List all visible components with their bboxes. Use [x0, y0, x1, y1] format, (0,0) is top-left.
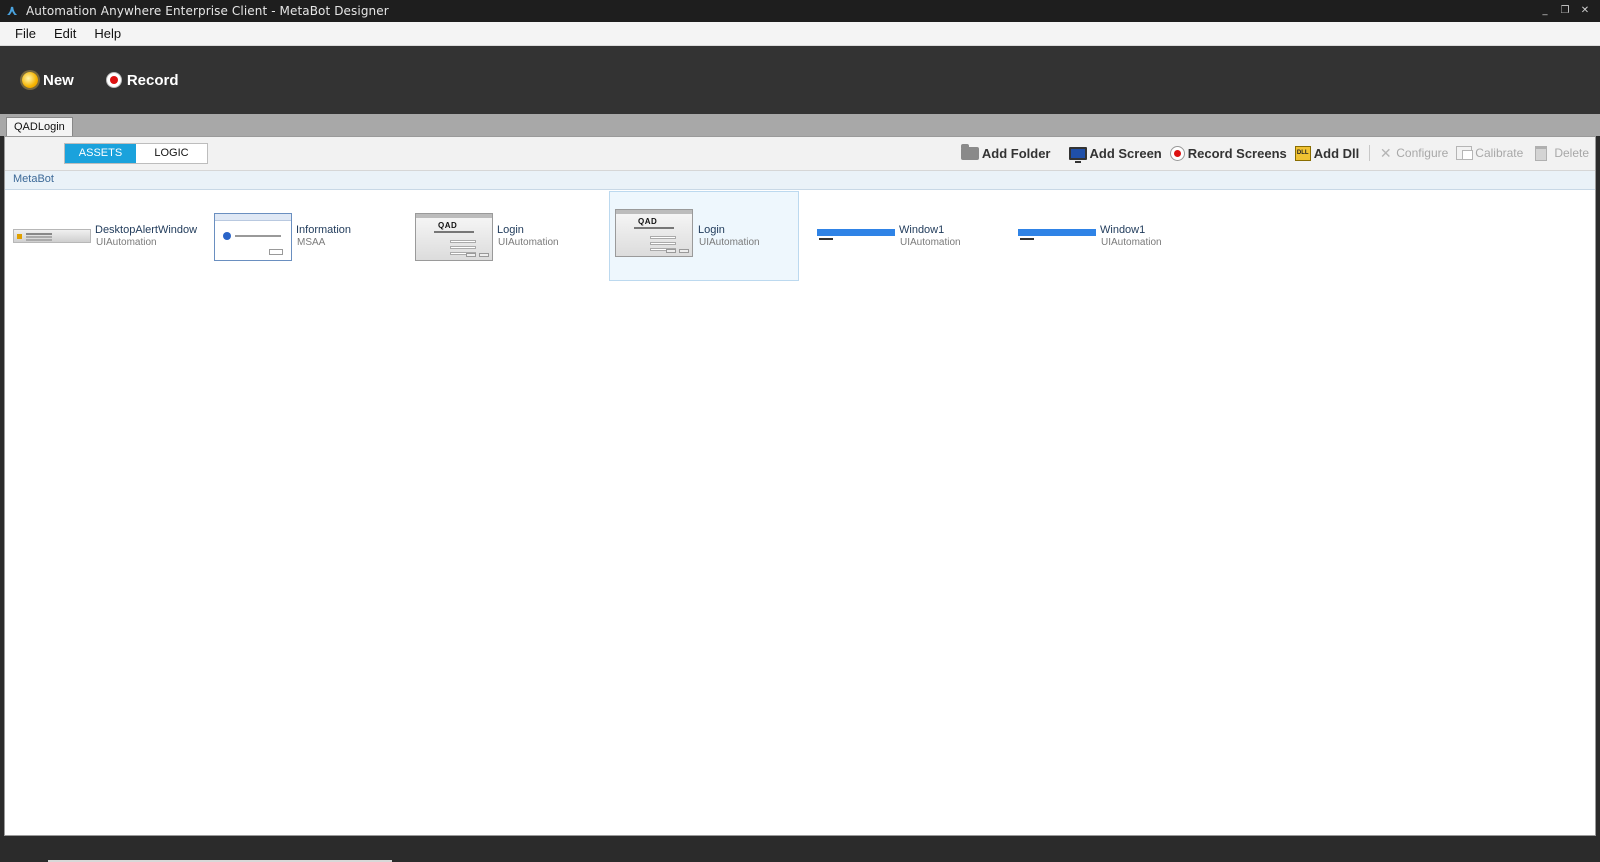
qad-logo: QAD	[438, 221, 458, 230]
configure-button[interactable]: ✕ Configure	[1378, 144, 1449, 161]
asset-item[interactable]: Window1 UIAutomation	[1014, 191, 1204, 281]
calibrate-label: Calibrate	[1475, 146, 1524, 160]
record-screens-button[interactable]: Record Screens	[1169, 145, 1287, 161]
asset-name: Information	[296, 224, 352, 236]
asset-item[interactable]: DesktopAlertWindow UIAutomation	[9, 191, 199, 281]
asset-thumbnail: QAD	[615, 209, 693, 257]
asset-type: UIAutomation	[900, 237, 961, 248]
record-button[interactable]: Record	[105, 71, 179, 89]
asset-item-selected[interactable]: QAD Login UIAutomation	[609, 191, 799, 281]
status-bar	[0, 836, 1600, 862]
menu-bar: File Edit Help	[0, 22, 1600, 46]
asset-type: UIAutomation	[1101, 237, 1162, 248]
metabot-designer-panel: ASSETS LOGIC Add Folder Add Screen Recor…	[4, 136, 1596, 836]
add-dll-button[interactable]: DLL Add Dll	[1294, 145, 1360, 161]
add-folder-button[interactable]: Add Folder	[960, 143, 1051, 161]
calibrate-icon	[1456, 146, 1474, 160]
asset-type: UIAutomation	[96, 237, 157, 248]
calibrate-button[interactable]: Calibrate	[1456, 146, 1523, 160]
record-icon	[105, 72, 122, 88]
asset-type: UIAutomation	[498, 237, 559, 248]
asset-grid: DesktopAlertWindow UIAutomation Informat…	[5, 191, 1595, 831]
asset-item[interactable]: QAD Login UIAutomation	[411, 191, 601, 281]
window-title: Automation Anywhere Enterprise Client - …	[26, 4, 389, 18]
record-screens-icon	[1169, 145, 1185, 161]
designer-toolbar: ASSETS LOGIC Add Folder Add Screen Recor…	[5, 137, 1595, 171]
asset-thumbnail	[817, 229, 895, 243]
asset-thumbnail	[13, 229, 91, 243]
asset-name: Login	[698, 224, 725, 236]
assets-tab[interactable]: ASSETS	[65, 144, 136, 163]
asset-name: Login	[497, 224, 524, 236]
menu-edit[interactable]: Edit	[45, 26, 85, 41]
main-toolbar: New Record	[0, 46, 1600, 114]
add-dll-label: Add Dll	[1313, 145, 1360, 161]
breadcrumb-metabot[interactable]: MetaBot	[13, 173, 54, 185]
add-folder-label: Add Folder	[981, 145, 1051, 161]
toolbar-separator	[1369, 145, 1371, 161]
breadcrumb: MetaBot	[5, 171, 1595, 190]
asset-thumbnail: QAD	[415, 213, 493, 261]
qad-logo: QAD	[638, 217, 658, 226]
minimize-icon[interactable]: _	[1536, 3, 1554, 19]
new-button-label: New	[43, 71, 74, 89]
logic-tab[interactable]: LOGIC	[136, 144, 207, 163]
asset-name: Window1	[899, 224, 945, 236]
folder-icon	[960, 143, 979, 160]
asset-type: UIAutomation	[699, 237, 760, 248]
asset-item[interactable]: Window1 UIAutomation	[813, 191, 1003, 281]
window-controls: _ ❐ ✕	[1536, 3, 1594, 19]
app-logo-icon: ⋏	[6, 3, 18, 19]
restore-icon[interactable]: ❐	[1556, 3, 1574, 19]
menu-file[interactable]: File	[6, 26, 45, 41]
add-screen-button[interactable]: Add Screen	[1068, 145, 1162, 163]
configure-label: Configure	[1396, 146, 1449, 160]
delete-label: Delete	[1554, 146, 1589, 160]
info-icon	[223, 232, 231, 240]
close-icon[interactable]: ✕	[1576, 3, 1594, 19]
record-button-label: Record	[126, 71, 179, 89]
view-toggle: ASSETS LOGIC	[64, 143, 208, 164]
record-screens-label: Record Screens	[1187, 145, 1287, 161]
asset-type: MSAA	[297, 237, 326, 248]
dll-icon: DLL	[1294, 145, 1311, 161]
document-tab-strip: QADLogin	[0, 114, 1600, 136]
trash-icon	[1535, 145, 1548, 161]
asset-thumbnail	[214, 213, 292, 261]
monitor-icon	[1068, 146, 1087, 163]
new-button[interactable]: New	[22, 72, 74, 89]
asset-name: Window1	[1100, 224, 1146, 236]
asset-name: DesktopAlertWindow	[95, 224, 198, 236]
new-sun-icon	[22, 72, 38, 88]
delete-button[interactable]: Delete	[1535, 145, 1589, 161]
add-screen-label: Add Screen	[1089, 145, 1162, 161]
asset-thumbnail	[1018, 229, 1096, 243]
tools-icon: ✕	[1379, 144, 1392, 161]
asset-item[interactable]: Information MSAA	[210, 191, 400, 281]
menu-help[interactable]: Help	[85, 26, 130, 41]
title-bar: ⋏ Automation Anywhere Enterprise Client …	[0, 0, 1600, 22]
tab-qadlogin[interactable]: QADLogin	[6, 117, 73, 136]
asset-actions: Add Folder Add Screen Record Screens DLL…	[953, 143, 1589, 163]
